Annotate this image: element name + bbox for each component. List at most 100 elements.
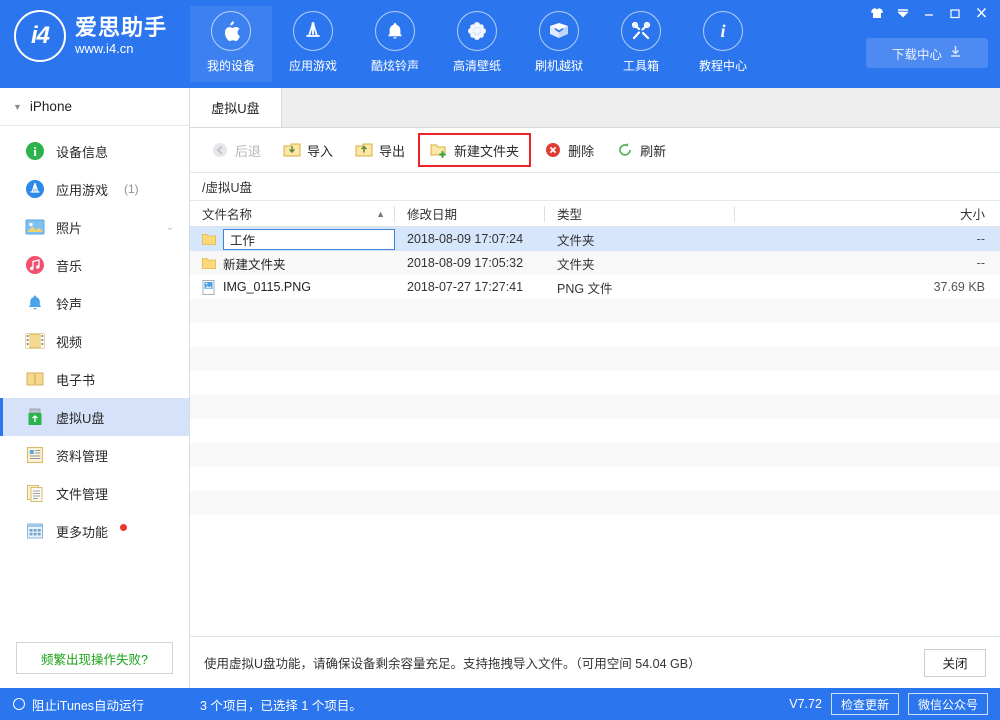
photo-icon xyxy=(24,217,45,238)
delete-button[interactable]: 删除 xyxy=(535,135,603,165)
close-icon[interactable] xyxy=(968,3,994,23)
main-panel: 虚拟U盘 后退 导入 导出 xyxy=(190,88,1000,688)
apple-icon xyxy=(211,11,251,51)
row-type: 文件夹 xyxy=(545,254,735,273)
sidebar-item-label: 设备信息 xyxy=(56,142,108,161)
nav-label: 刷机越狱 xyxy=(535,57,583,74)
nav-label: 高清壁纸 xyxy=(453,57,501,74)
menu-dropdown-icon[interactable] xyxy=(890,3,916,23)
sidebar-item-label: 文件管理 xyxy=(56,484,108,503)
nav-label: 应用游戏 xyxy=(289,57,337,74)
row-size: 37.69 KB xyxy=(735,280,999,294)
svg-text:i: i xyxy=(720,21,725,41)
logo-text: 爱思助手 www.i4.cn xyxy=(75,16,167,56)
minimize-icon[interactable] xyxy=(916,3,942,23)
app-header: i4 爱思助手 www.i4.cn 我的设备 应用游戏 xyxy=(0,0,1000,88)
table-row[interactable]: 2018-08-09 17:07:24 文件夹 -- xyxy=(190,227,1000,251)
back-icon xyxy=(211,141,229,159)
close-button[interactable]: 关闭 xyxy=(924,649,986,677)
info-icon: i xyxy=(703,11,743,51)
sidebar-item-device-info[interactable]: i 设备信息 xyxy=(0,132,189,170)
import-label: 导入 xyxy=(307,141,333,160)
table-row[interactable]: 新建文件夹 2018-08-09 17:05:32 文件夹 -- xyxy=(190,251,1000,275)
sidebar-item-label: 铃声 xyxy=(56,294,82,313)
sidebar-item-apps-games[interactable]: 应用游戏 (1) xyxy=(0,170,189,208)
skin-icon[interactable] xyxy=(864,3,890,23)
export-icon xyxy=(355,141,373,159)
sidebar-list: i 设备信息 应用游戏 (1) 照片 ⌄ xyxy=(0,126,189,550)
import-button[interactable]: 导入 xyxy=(274,135,342,165)
radio-icon xyxy=(13,698,25,710)
nav-item-toolbox[interactable]: 工具箱 xyxy=(600,6,682,82)
table-row-empty xyxy=(190,491,1000,515)
column-header-size[interactable]: 大小 xyxy=(735,201,999,227)
box-icon xyxy=(539,11,579,51)
export-button[interactable]: 导出 xyxy=(346,135,414,165)
row-type: PNG 文件 xyxy=(545,278,735,297)
column-header-type[interactable]: 类型 xyxy=(545,201,735,227)
table-row-empty xyxy=(190,347,1000,371)
sidebar-item-file-manage[interactable]: 文件管理 xyxy=(0,474,189,512)
itunes-toggle[interactable]: 阻止iTunes自动运行 xyxy=(0,695,190,714)
sidebar-item-virtual-usb[interactable]: 虚拟U盘 xyxy=(0,398,189,436)
wechat-button[interactable]: 微信公众号 xyxy=(908,693,988,715)
new-folder-button[interactable]: 新建文件夹 xyxy=(418,133,531,167)
tab-virtual-usb[interactable]: 虚拟U盘 xyxy=(190,88,282,127)
image-icon xyxy=(202,280,216,295)
maximize-icon[interactable] xyxy=(942,3,968,23)
ringtone-icon xyxy=(24,293,45,314)
row-size: -- xyxy=(735,232,999,246)
sidebar-item-ebooks[interactable]: 电子书 xyxy=(0,360,189,398)
row-name: 新建文件夹 xyxy=(223,254,286,273)
nav-item-ringtones[interactable]: 酷炫铃声 xyxy=(354,6,436,82)
appstore-icon xyxy=(293,11,333,51)
device-header[interactable]: ▼ iPhone xyxy=(0,88,189,126)
files-icon xyxy=(24,483,45,504)
sidebar-item-ringtones[interactable]: 铃声 xyxy=(0,284,189,322)
tools-icon xyxy=(621,11,661,51)
tab-bar: 虚拟U盘 xyxy=(190,88,1000,128)
logo-mark: i4 xyxy=(14,10,66,62)
column-header-name[interactable]: 文件名称 ▲ xyxy=(190,201,395,227)
selection-summary: 3 个项目，已选择 1 个项目。 xyxy=(190,695,362,714)
bell-icon xyxy=(375,11,415,51)
nav-item-flash-jailbreak[interactable]: 刷机越狱 xyxy=(518,6,600,82)
row-name: IMG_0115.PNG xyxy=(223,280,311,294)
status-bar: 阻止iTunes自动运行 3 个项目，已选择 1 个项目。 V7.72 检查更新… xyxy=(0,688,1000,720)
back-label: 后退 xyxy=(235,141,261,160)
back-button[interactable]: 后退 xyxy=(202,135,270,165)
nav-label: 教程中心 xyxy=(699,57,747,74)
info-green-icon: i xyxy=(24,141,45,162)
refresh-button[interactable]: 刷新 xyxy=(607,135,675,165)
download-center-button[interactable]: 下载中心 xyxy=(866,38,988,68)
sidebar-item-photos[interactable]: 照片 ⌄ xyxy=(0,208,189,246)
sidebar-item-data-manage[interactable]: 资料管理 xyxy=(0,436,189,474)
sidebar-item-videos[interactable]: 视频 xyxy=(0,322,189,360)
check-update-button[interactable]: 检查更新 xyxy=(831,693,899,715)
table-row-empty xyxy=(190,371,1000,395)
table-header: 文件名称 ▲ 修改日期 类型 大小 xyxy=(190,201,1000,227)
nav-item-tutorials[interactable]: i 教程中心 xyxy=(682,6,764,82)
chevron-down-icon[interactable]: ⌄ xyxy=(166,222,174,233)
brand-name: 爱思助手 xyxy=(75,16,167,40)
app-window: i4 爱思助手 www.i4.cn 我的设备 应用游戏 xyxy=(0,0,1000,720)
nav-item-my-device[interactable]: 我的设备 xyxy=(190,6,272,82)
column-label: 文件名称 xyxy=(190,204,252,223)
operation-failure-help-button[interactable]: 频繁出现操作失败? xyxy=(16,642,173,674)
delete-icon xyxy=(544,141,562,159)
download-center-label: 下载中心 xyxy=(892,44,942,63)
rename-input[interactable] xyxy=(223,229,395,250)
chevron-down-icon: ▼ xyxy=(13,102,22,112)
column-header-date[interactable]: 修改日期 xyxy=(395,201,545,227)
sidebar-item-more-features[interactable]: 更多功能 xyxy=(0,512,189,550)
new-folder-icon xyxy=(430,141,448,159)
nav-item-wallpapers[interactable]: 高清壁纸 xyxy=(436,6,518,82)
sidebar-item-label: 视频 xyxy=(56,332,82,351)
row-size: -- xyxy=(735,256,999,270)
notice-bar: 使用虚拟U盘功能，请确保设备剩余容量充足。支持拖拽导入文件。（可用空间 54.0… xyxy=(190,636,1000,688)
table-row-empty xyxy=(190,467,1000,491)
nav-item-apps-games[interactable]: 应用游戏 xyxy=(272,6,354,82)
sidebar: ▼ iPhone i 设备信息 应用游戏 (1) 照片 xyxy=(0,88,190,688)
table-row[interactable]: IMG_0115.PNG 2018-07-27 17:27:41 PNG 文件 … xyxy=(190,275,1000,299)
sidebar-item-music[interactable]: 音乐 xyxy=(0,246,189,284)
